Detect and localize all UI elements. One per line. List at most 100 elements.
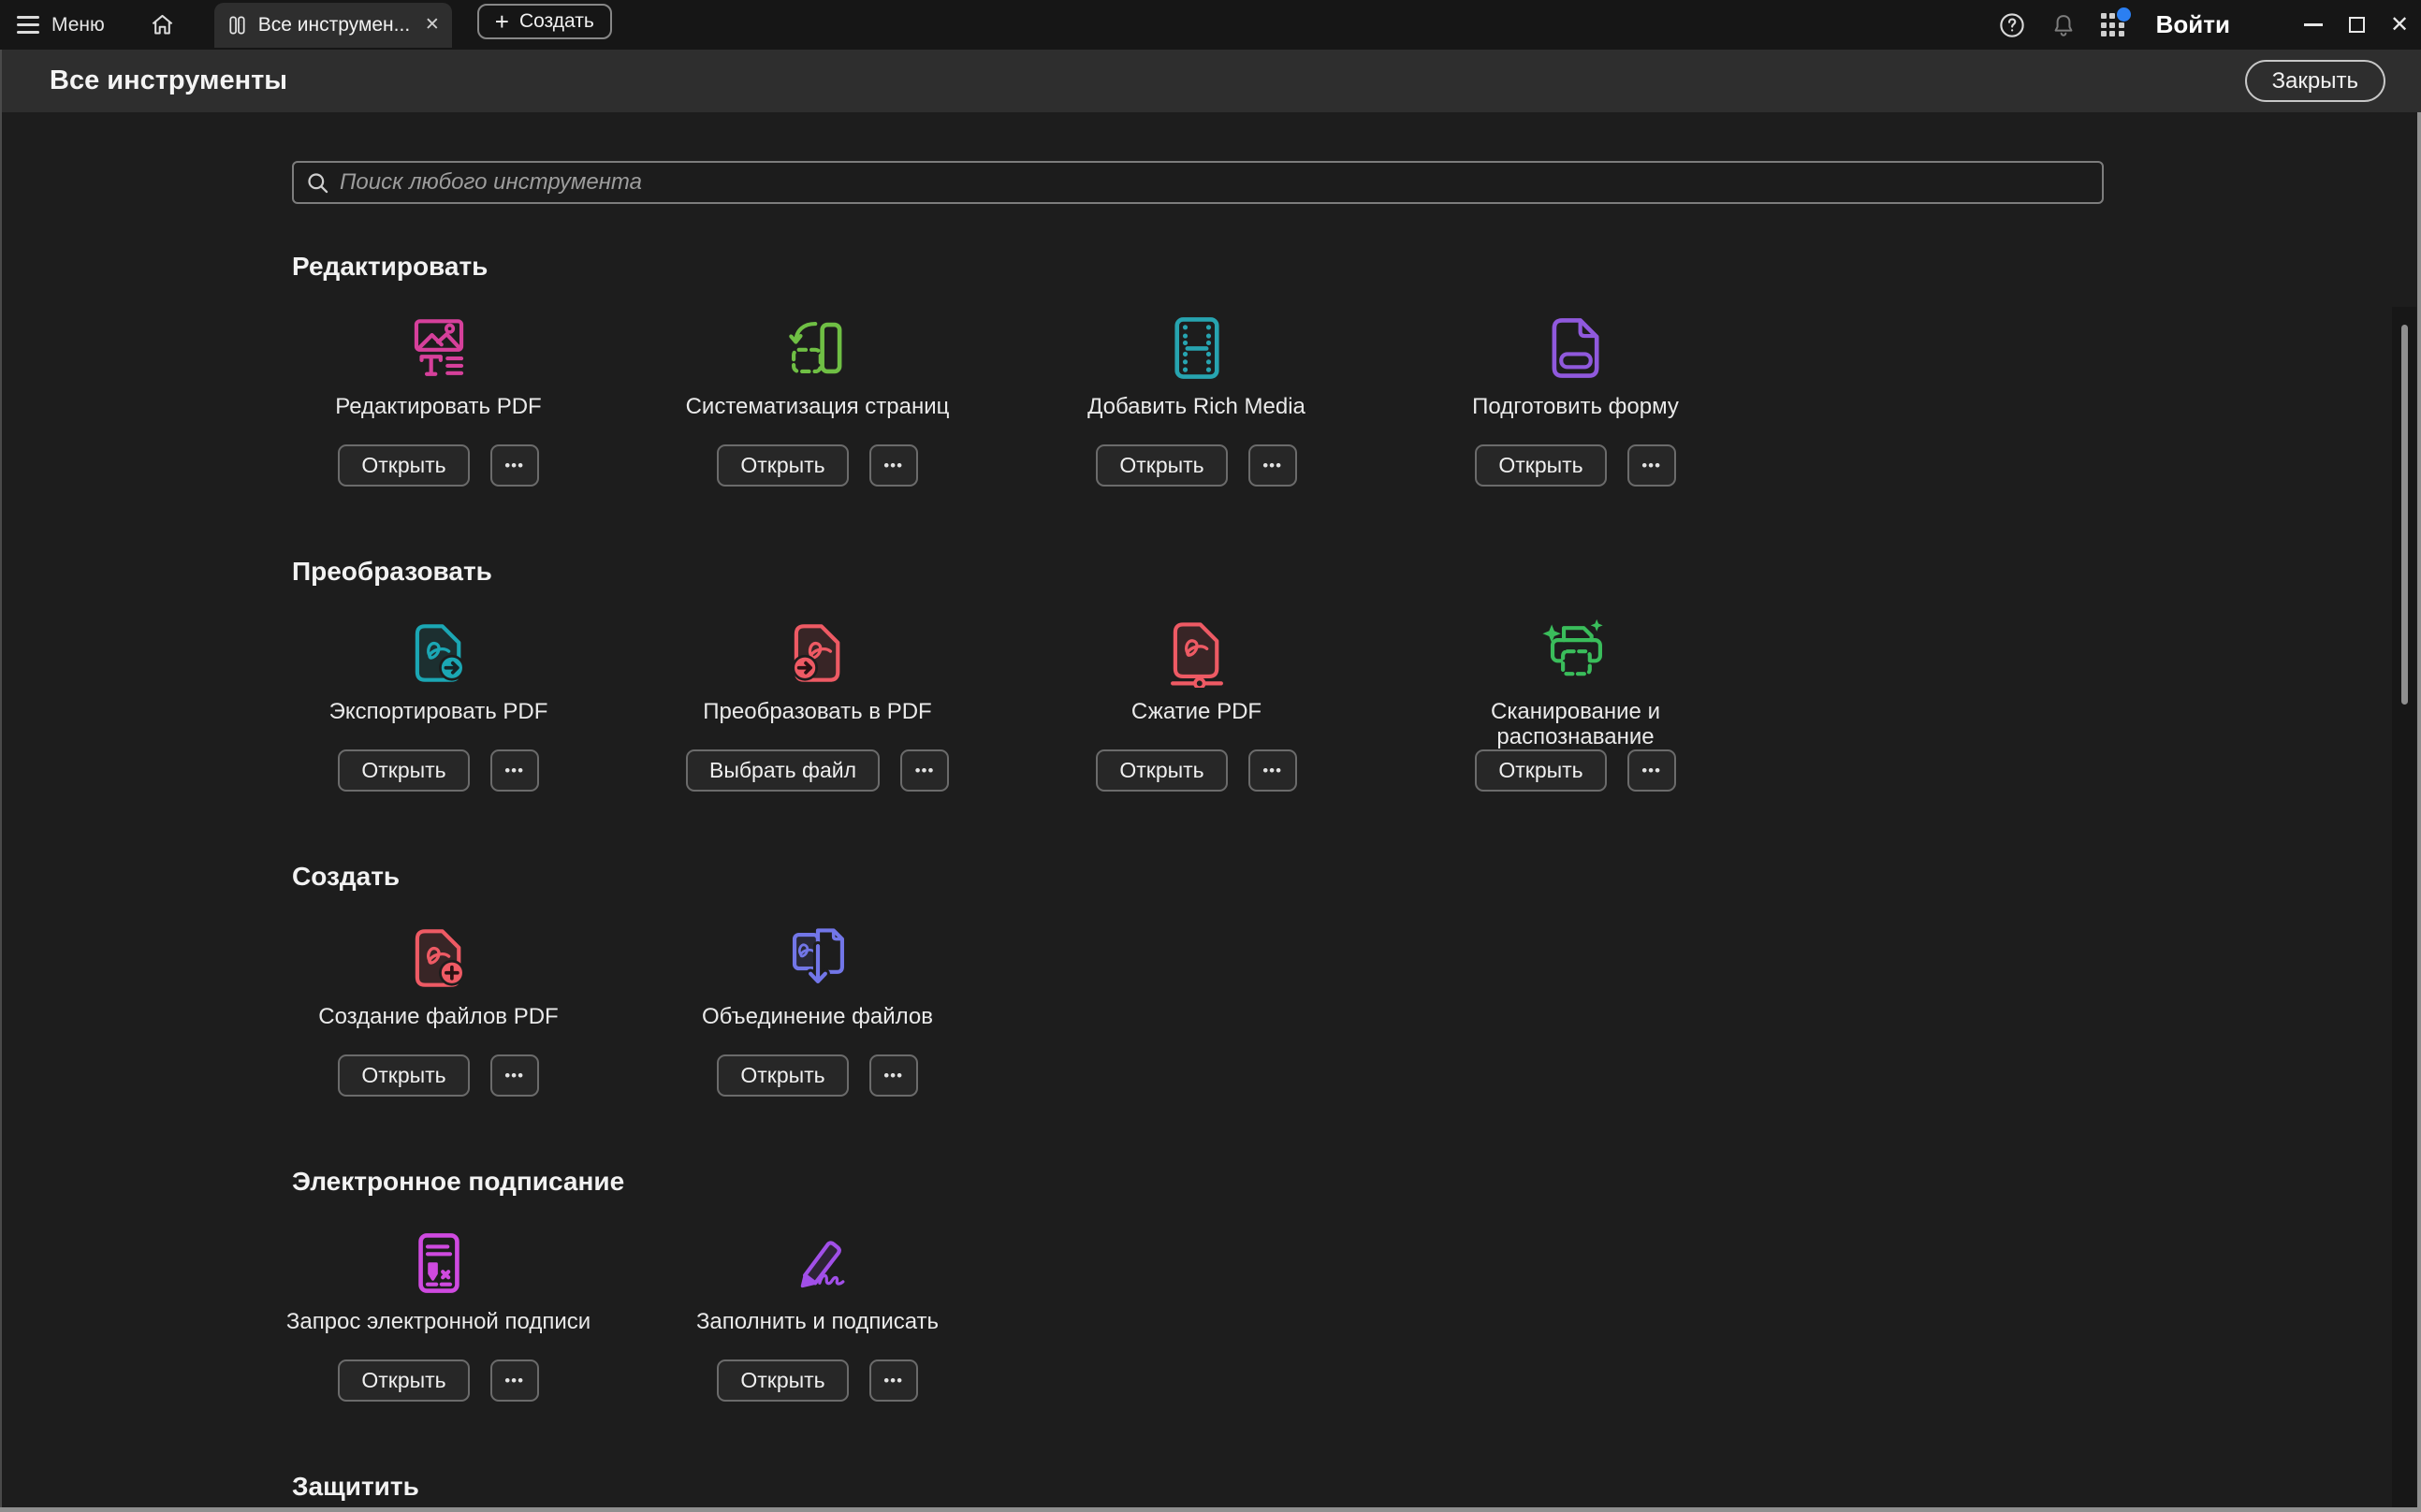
section-title: Преобразовать (292, 557, 492, 586)
tab-close-button[interactable]: ✕ (425, 14, 440, 36)
window-edge-right (2417, 112, 2421, 1512)
bell-icon (2054, 14, 2073, 36)
tool-primary-button[interactable]: Открыть (338, 749, 470, 792)
tool-icon (1161, 618, 1232, 688)
tool-more-button[interactable]: ••• (868, 1359, 918, 1402)
all-tools-tab[interactable]: Все инструмен... ✕ (213, 2, 452, 48)
tool-label: Редактировать PDF (335, 394, 542, 419)
tool-more-button[interactable]: ••• (1626, 749, 1676, 792)
tool-primary-button[interactable]: Открыть (717, 444, 849, 487)
tool-more-button[interactable]: ••• (1247, 749, 1297, 792)
tool-more-button[interactable]: ••• (489, 1359, 539, 1402)
organize-pages-icon (788, 322, 841, 374)
tool-primary-button[interactable]: Открыть (338, 444, 470, 487)
tool-icon (782, 1228, 853, 1298)
titlebar-left: Меню Все инструмен... ✕ + Создать (0, 0, 612, 50)
scrollbar-track[interactable] (2392, 307, 2416, 1507)
tool-more-button[interactable]: ••• (489, 444, 539, 487)
tool-primary-button[interactable]: Открыть (717, 1359, 849, 1402)
tool-icon (782, 313, 853, 383)
tool-icon (403, 1228, 474, 1298)
tool-more-button[interactable]: ••• (900, 749, 949, 792)
hamburger-icon (17, 16, 39, 34)
tool-buttons: Открыть ••• (338, 1054, 539, 1097)
tool-buttons: Открыть ••• (338, 749, 539, 792)
tool-primary-button[interactable]: Открыть (1096, 444, 1228, 487)
rich-media-icon (1174, 317, 1219, 379)
tool-more-button[interactable]: ••• (489, 1054, 539, 1097)
scrollbar-thumb[interactable] (2401, 325, 2408, 705)
export-pdf-icon (415, 624, 465, 682)
tool-primary-button[interactable]: Выбрать файл (685, 749, 880, 792)
tool-section: Защитить (292, 1471, 2421, 1512)
request-esign-icon (417, 1233, 459, 1293)
window-titlebar: Меню Все инструмен... ✕ + Создать Войти … (0, 0, 2421, 50)
tool-more-button[interactable]: ••• (868, 1054, 918, 1097)
search-input[interactable] (340, 169, 2091, 196)
tool-more-button[interactable]: ••• (489, 749, 539, 792)
plus-icon: + (494, 7, 509, 36)
tool-primary-button[interactable]: Открыть (1475, 749, 1607, 792)
tool-buttons: Открыть ••• (1096, 444, 1297, 487)
page-title: Все инструменты (50, 65, 288, 95)
close-tools-button[interactable]: Закрыть (2244, 60, 2385, 102)
tool-card: Сканирование и распознавание Открыть ••• (1386, 618, 1765, 792)
combine-files-icon (792, 928, 844, 987)
home-icon (152, 14, 173, 35)
help-button[interactable] (1998, 11, 2026, 39)
tool-label: Объединение файлов (702, 1004, 933, 1029)
tool-primary-button[interactable]: Открыть (338, 1359, 470, 1402)
apps-grid-button[interactable] (2100, 7, 2131, 36)
tool-grid: Экспортировать PDF Открыть ••• Преобразо… (249, 618, 2421, 792)
tool-section: Создать Создание файлов PDF Открыть ••• … (292, 861, 2421, 1097)
tool-primary-button[interactable]: Открыть (1096, 749, 1228, 792)
tool-primary-button[interactable]: Открыть (338, 1054, 470, 1097)
close-window-button[interactable]: ✕ (2378, 0, 2421, 50)
tool-primary-button[interactable]: Открыть (717, 1054, 849, 1097)
maximize-button[interactable] (2335, 0, 2378, 50)
minimize-button[interactable] (2292, 0, 2335, 50)
tool-icon (782, 618, 853, 688)
prepare-form-icon (1552, 318, 1599, 378)
home-button[interactable] (150, 12, 175, 37)
tool-more-button[interactable]: ••• (1626, 444, 1676, 487)
tool-label: Систематизация страниц (685, 394, 950, 419)
tool-buttons: Открыть ••• (338, 1359, 539, 1402)
maximize-icon (2348, 17, 2365, 33)
tool-label: Добавить Rich Media (1087, 394, 1305, 419)
scan-ocr-icon (1541, 618, 1603, 676)
notifications-button[interactable] (2050, 12, 2077, 38)
menu-button[interactable]: Меню (17, 14, 105, 36)
acrobat-window: Меню Все инструмен... ✕ + Создать Войти … (0, 0, 2421, 1512)
tool-section: Редактировать Редактировать PDF Открыть … (292, 251, 2421, 487)
tool-icon (1540, 313, 1612, 383)
tool-icon (1540, 618, 1612, 688)
tool-card: Добавить Rich Media Открыть ••• (1007, 313, 1386, 487)
tool-primary-button[interactable]: Открыть (1475, 444, 1607, 487)
tool-icon (403, 923, 474, 993)
tool-buttons: Открыть ••• (338, 444, 539, 487)
edit-pdf-icon (414, 319, 463, 376)
tool-label: Подготовить форму (1472, 394, 1679, 419)
notification-dot (2116, 7, 2131, 22)
tool-card: Редактировать PDF Открыть ••• (249, 313, 628, 487)
compress-pdf-icon (1170, 622, 1223, 688)
all-tools-header: Все инструменты Закрыть (0, 50, 2421, 112)
tool-icon (1161, 313, 1232, 383)
tool-buttons: Открыть ••• (717, 1054, 918, 1097)
sign-in-button[interactable]: Войти (2156, 10, 2230, 39)
create-button[interactable]: + Создать (476, 4, 612, 39)
tool-card: Систематизация страниц Открыть ••• (628, 313, 1007, 487)
tool-card: Подготовить форму Открыть ••• (1386, 313, 1765, 487)
tool-buttons: Открыть ••• (717, 1359, 918, 1402)
convert-pdf-icon (791, 624, 839, 682)
tool-more-button[interactable]: ••• (868, 444, 918, 487)
search-box[interactable] (292, 161, 2104, 204)
tool-card: Запрос электронной подписи Открыть ••• (249, 1228, 628, 1402)
tool-buttons: Открыть ••• (717, 444, 918, 487)
tool-more-button[interactable]: ••• (1247, 444, 1297, 487)
tool-icon (403, 313, 474, 383)
tool-card: Заполнить и подписать Открыть ••• (628, 1228, 1007, 1402)
section-title: Редактировать (292, 252, 489, 281)
titlebar-right: Войти ✕ (1998, 0, 2421, 50)
